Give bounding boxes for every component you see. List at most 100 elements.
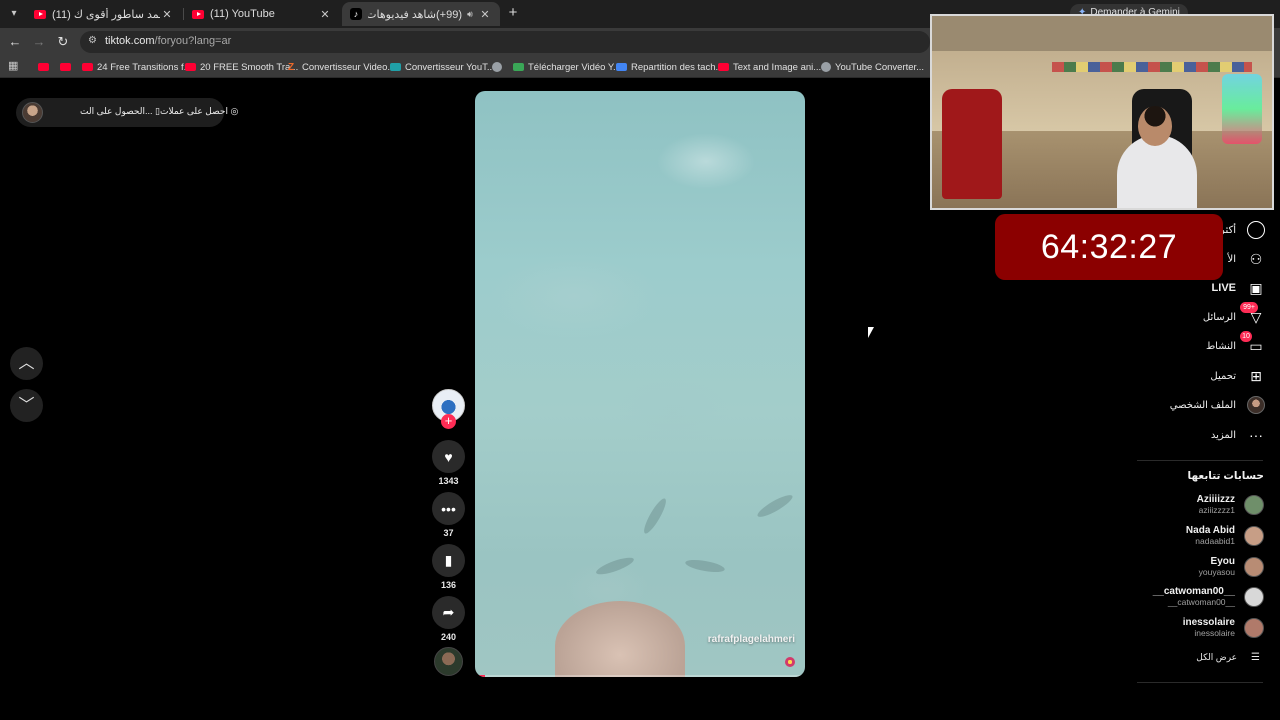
bookmark-icon: ▮	[444, 552, 453, 568]
site-info-icon[interactable]: ⚙	[88, 35, 97, 46]
live-icon: ▣	[1249, 279, 1263, 296]
url-path: /foryou?lang=ar	[154, 35, 232, 47]
webcam-content	[942, 88, 1002, 199]
bookmark-item[interactable]: Z Convertisseur Video...	[288, 59, 395, 75]
bookmark-item[interactable]: 24 Free Transitions f...	[82, 59, 192, 75]
get-coins-link[interactable]: احصل على عملات ◎	[160, 106, 238, 117]
apps-grid-icon[interactable]: ▦	[8, 61, 19, 72]
url-text[interactable]: tiktok.com/foryou?lang=ar	[105, 35, 231, 47]
see-all-link[interactable]: عرض الكل ☰	[1196, 652, 1260, 663]
video-content	[640, 496, 670, 536]
next-video-button[interactable]: ﹀	[10, 389, 43, 422]
sound-avatar[interactable]	[434, 647, 463, 676]
browser-tab[interactable]: (11) لاباس - حمد ساطور أقوى ك ✕	[26, 2, 182, 26]
back-icon[interactable]: ←	[7, 34, 23, 50]
bookmark-item[interactable]: 20 FREE Smooth Tra...	[185, 59, 298, 75]
bookmark-item[interactable]: Repartition des tach...	[616, 59, 723, 75]
account-handle: aziiizzzz1	[1198, 505, 1235, 515]
following-title: حسابات تتابعها	[1187, 470, 1264, 482]
webcam-content	[1222, 73, 1262, 144]
coin-icon: ◎	[230, 106, 239, 116]
nav-label: المزيد	[1210, 429, 1236, 441]
bookmark-item[interactable]	[60, 59, 75, 75]
get-app-link[interactable]: الحصول على الت... ▯	[80, 106, 160, 117]
bookmark-label: Text and Image ani...	[733, 61, 822, 73]
notification-badge: 99+	[1240, 302, 1258, 313]
new-tab-button[interactable]: +	[504, 4, 522, 22]
bookmark-label: YouTube Converter...	[835, 61, 925, 73]
bookmark-item[interactable]: Convertisseur YouT...	[390, 59, 495, 75]
following-account[interactable]: Aziiiizzz aziiizzzz1	[1197, 493, 1264, 517]
nav-profile[interactable]: الملف الشخصي	[1170, 394, 1266, 416]
nav-more[interactable]: المزيد ···	[1211, 424, 1266, 446]
bookmark-label: Repartition des tach...	[631, 61, 724, 73]
nav-messages[interactable]: الرسائل ▽ 99+	[1203, 302, 1266, 328]
following-account[interactable]: Nada Abid nadaabid1	[1186, 524, 1264, 548]
bookmark-item[interactable]	[38, 59, 53, 75]
nav-activity[interactable]: النشاط ▭ 10	[1206, 331, 1266, 357]
avatar	[1244, 495, 1264, 515]
see-all-label: عرض الكل	[1196, 652, 1238, 662]
bookmark-item[interactable]: YouTube Converter...	[821, 59, 924, 75]
close-icon[interactable]: ✕	[478, 8, 492, 21]
avatar	[1244, 587, 1264, 607]
tab-title: (11) لاباس - حمد ساطور أقوى ك	[52, 8, 160, 21]
nav-label: LIVE	[1211, 282, 1236, 294]
close-icon[interactable]: ✕	[160, 8, 174, 21]
nav-for-you[interactable]: أكثر	[1220, 219, 1266, 241]
browser-tab-active[interactable]: ♪ (99+)شاهد فيديوهات متصد 🔊︎ ✕	[342, 2, 500, 26]
webcam-content	[1052, 62, 1252, 73]
video-progress-bar[interactable]	[475, 675, 805, 677]
youtube-icon	[192, 9, 204, 19]
follow-plus-icon[interactable]: +	[441, 414, 456, 429]
bookmark-item[interactable]: Télécharger Vidéo Y...	[513, 59, 621, 75]
forward-icon[interactable]: →	[31, 34, 47, 50]
account-handle: inessolaire	[1194, 628, 1235, 638]
youtube-icon	[185, 63, 196, 71]
like-button[interactable]: ♥	[432, 440, 465, 473]
send-icon: ▽ 99+	[1240, 302, 1266, 327]
nav-label: الملف الشخصي	[1169, 399, 1236, 411]
bookmark-item[interactable]: Text and Image ani...	[718, 59, 821, 75]
comment-count: 37	[443, 528, 454, 538]
video-credit: rafrafplagelahmeri	[707, 634, 795, 645]
account-handle: youyasou	[1198, 567, 1235, 577]
music-disc-icon[interactable]	[785, 657, 795, 667]
webcam-overlay	[930, 14, 1274, 210]
avatar	[1244, 618, 1264, 638]
reload-icon[interactable]: ↻	[55, 34, 71, 50]
avatar[interactable]	[22, 102, 43, 123]
get-app-label: الحصول على الت...	[80, 106, 153, 116]
share-button[interactable]: ➦	[432, 596, 465, 629]
account-name: __catwoman00__	[1152, 586, 1235, 597]
download-icon	[513, 63, 524, 71]
bookmark-label: Télécharger Vidéo Y...	[528, 61, 621, 73]
save-button[interactable]: ▮	[432, 544, 465, 577]
save-count: 136	[440, 580, 457, 590]
tab-search-icon[interactable]: ▾	[6, 6, 22, 22]
youtube-icon	[718, 63, 729, 71]
nav-upload[interactable]: تحميل ⊞	[1210, 365, 1266, 387]
comment-button[interactable]: •••	[432, 492, 465, 525]
video-player[interactable]: rafrafplagelahmeri	[475, 91, 805, 677]
nav-live[interactable]: LIVE ▣	[1212, 277, 1266, 299]
browser-tab[interactable]: (11) YouTube ✕	[184, 2, 340, 26]
address-bar[interactable]: ⚙ tiktok.com/foryou?lang=ar	[80, 31, 930, 53]
upload-icon: ⊞	[1250, 367, 1262, 384]
previous-video-button[interactable]: ︿	[10, 347, 43, 380]
nav-label: الأ	[1227, 253, 1236, 265]
nav-friends[interactable]: الأ ⚇	[1228, 248, 1266, 270]
top-actions-pill: الحصول على الت... ▯ احصل على عملات ◎	[16, 98, 238, 127]
tiktok-icon: ♪	[350, 8, 362, 20]
friends-icon: ⚇	[1249, 250, 1263, 267]
profile-avatar	[1246, 395, 1266, 415]
following-account[interactable]: Eyou youyasou	[1199, 555, 1264, 579]
speaker-icon[interactable]: 🔊︎	[462, 9, 478, 20]
foryou-icon	[1246, 220, 1266, 240]
close-icon[interactable]: ✕	[318, 8, 332, 21]
docs-icon	[616, 63, 627, 71]
bookmark-item[interactable]	[492, 59, 506, 75]
following-account[interactable]: __catwoman00__ __catwoman00__	[1153, 585, 1264, 609]
following-account[interactable]: inessolaire inessolaire	[1183, 616, 1264, 640]
account-handle: nadaabid1	[1195, 536, 1235, 546]
